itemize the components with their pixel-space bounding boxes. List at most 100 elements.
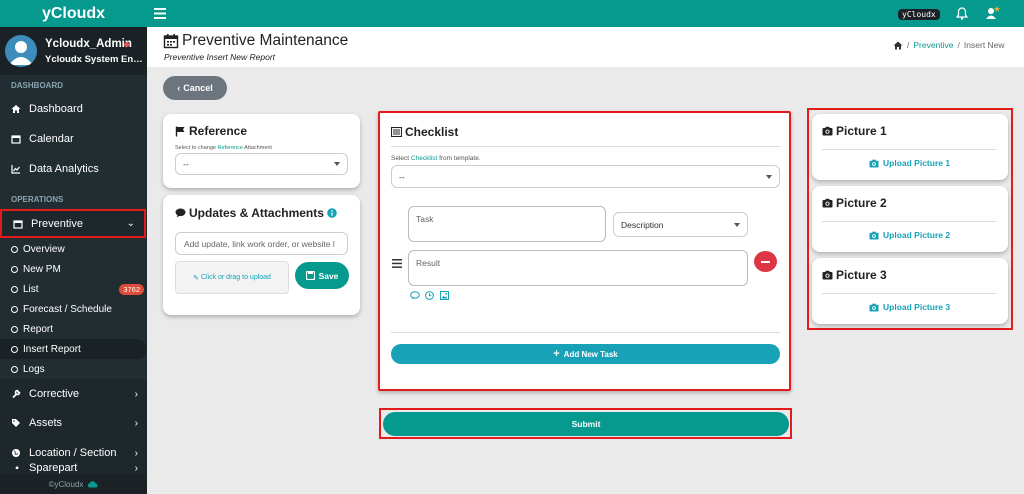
clock-icon[interactable] bbox=[425, 291, 434, 300]
hint-text: from template. bbox=[439, 155, 481, 162]
add-new-task-button[interactable]: + Add New Task bbox=[391, 344, 780, 364]
count-badge: 3762 bbox=[119, 283, 144, 295]
upload-picture-label: Upload Picture 2 bbox=[883, 230, 951, 240]
divider bbox=[822, 149, 996, 150]
sidebar-item-label: Sparepart bbox=[29, 462, 78, 474]
sidebar-item-calendar[interactable]: Calendar bbox=[0, 124, 147, 154]
circle-icon bbox=[11, 325, 18, 333]
picture-title: Picture 3 bbox=[822, 268, 887, 282]
result-textarea[interactable]: Result bbox=[408, 250, 748, 286]
circle-icon bbox=[11, 285, 18, 293]
sub-label: Insert Report bbox=[23, 343, 81, 355]
upload-dropzone[interactable]: ✎ Click or drag to upload bbox=[175, 261, 289, 294]
sidebar-sub-forecast[interactable]: Forecast / Schedule bbox=[0, 299, 147, 319]
circle-icon bbox=[11, 305, 18, 313]
sidebar-item-corrective[interactable]: Corrective › bbox=[0, 379, 147, 409]
sidebar-item-label: Data Analytics bbox=[29, 163, 99, 175]
avatar[interactable] bbox=[5, 35, 37, 67]
sidebar-sub-new-pm[interactable]: New PM bbox=[0, 259, 147, 279]
section-dashboard: DASHBOARD bbox=[11, 81, 63, 90]
sidebar-sub-report[interactable]: Report bbox=[0, 319, 147, 339]
sidebar-sub-overview[interactable]: Overview bbox=[0, 239, 147, 259]
wrench-icon bbox=[11, 389, 23, 399]
sidebar-item-preventive[interactable]: Preventive ⌄ bbox=[0, 209, 146, 238]
hint-link[interactable]: Checklist bbox=[411, 155, 437, 162]
save-icon bbox=[305, 271, 315, 280]
description-select[interactable]: Description bbox=[613, 212, 748, 237]
chevron-right-icon: › bbox=[134, 417, 138, 429]
bell-icon[interactable] bbox=[956, 7, 968, 20]
upload-picture-1-link[interactable]: Upload Picture 1 bbox=[869, 158, 950, 168]
sidebar-footer: ©yCloudx bbox=[0, 474, 147, 494]
drag-handle-icon[interactable] bbox=[392, 259, 402, 268]
camera-icon bbox=[822, 198, 833, 208]
sidebar-item-label: Corrective bbox=[29, 388, 80, 400]
result-placeholder: Result bbox=[416, 258, 441, 268]
save-label: Save bbox=[318, 270, 339, 281]
sidebar-item-data-analytics[interactable]: Data Analytics bbox=[0, 154, 147, 184]
sidebar-sub-list[interactable]: List 3762 bbox=[0, 279, 147, 299]
breadcrumb-preventive[interactable]: Preventive bbox=[913, 40, 953, 50]
picture-title: Picture 1 bbox=[822, 124, 887, 138]
chart-icon bbox=[11, 164, 23, 174]
save-button[interactable]: Save bbox=[295, 262, 349, 289]
footer-text: ©yCloudx bbox=[48, 479, 84, 489]
online-status-icon: ● bbox=[123, 37, 131, 51]
user-menu-icon[interactable] bbox=[985, 6, 1001, 20]
cloud-icon bbox=[87, 480, 98, 488]
upload-picture-2-link[interactable]: Upload Picture 2 bbox=[869, 230, 950, 240]
home-icon[interactable] bbox=[893, 41, 903, 50]
hint-text: Attachment bbox=[244, 145, 272, 151]
cancel-label: Cancel bbox=[183, 83, 213, 93]
update-input[interactable]: Add update, link work order, or website … bbox=[175, 232, 348, 255]
flag-icon bbox=[175, 126, 186, 137]
comment-icon bbox=[175, 208, 186, 218]
updates-title-text: Updates & Attachments bbox=[189, 206, 324, 220]
hamburger-menu-icon[interactable] bbox=[154, 8, 166, 19]
hint-link[interactable]: Reference bbox=[218, 145, 243, 151]
page-subtitle: Preventive Insert New Report bbox=[164, 52, 276, 62]
image-icon[interactable] bbox=[440, 291, 449, 300]
picture-title: Picture 2 bbox=[822, 196, 887, 210]
checklist-hint: Select Checklist from template. bbox=[391, 155, 481, 162]
info-icon[interactable] bbox=[327, 208, 337, 218]
upload-picture-3-link[interactable]: Upload Picture 3 bbox=[869, 302, 950, 312]
remove-task-button[interactable] bbox=[754, 251, 777, 272]
sub-label: Logs bbox=[23, 363, 45, 375]
checklist-title-text: Checklist bbox=[405, 125, 459, 139]
circle-icon bbox=[11, 265, 18, 273]
chevron-right-icon: › bbox=[134, 462, 138, 474]
sidebar-sub-insert-report[interactable]: Insert Report bbox=[0, 339, 147, 359]
cart-icon: ▪ bbox=[15, 462, 19, 474]
calendar-icon bbox=[13, 219, 25, 229]
tenant-tag[interactable]: yCloudx bbox=[898, 9, 940, 20]
submit-label: Submit bbox=[571, 419, 601, 429]
caret-down-icon bbox=[734, 222, 740, 227]
select-value: -- bbox=[399, 171, 405, 182]
sidebar-item-assets[interactable]: Assets › bbox=[0, 408, 147, 438]
checklist-template-select[interactable]: -- bbox=[391, 165, 780, 188]
submit-button[interactable]: Submit bbox=[383, 412, 789, 436]
upload-picture-label: Upload Picture 1 bbox=[883, 158, 951, 168]
checklist-title: Checklist bbox=[391, 125, 458, 139]
circle-icon bbox=[11, 245, 18, 253]
sidebar-item-dashboard[interactable]: Dashboard bbox=[0, 94, 147, 124]
tag-icon bbox=[11, 418, 23, 428]
circle-icon bbox=[11, 365, 18, 373]
divider bbox=[391, 146, 780, 147]
task-textarea[interactable]: Task bbox=[408, 206, 606, 242]
sidebar-item-sparepart[interactable]: ▪ Sparepart › bbox=[0, 462, 147, 474]
sidebar-item-label: Assets bbox=[29, 417, 63, 429]
sub-label: List bbox=[23, 283, 39, 295]
reference-select[interactable]: -- bbox=[175, 153, 348, 175]
brand-logo[interactable]: yCloudx bbox=[0, 0, 147, 27]
sidebar-sub-logs[interactable]: Logs bbox=[0, 359, 147, 379]
plus-icon: + bbox=[553, 348, 560, 360]
circle-icon bbox=[11, 345, 18, 353]
comment-icon[interactable] bbox=[410, 291, 420, 300]
camera-icon bbox=[869, 303, 879, 312]
cancel-button[interactable]: ‹ Cancel bbox=[163, 76, 227, 100]
home-icon bbox=[11, 104, 23, 114]
breadcrumb-separator: / bbox=[907, 40, 910, 50]
reference-title: Reference bbox=[175, 124, 247, 138]
